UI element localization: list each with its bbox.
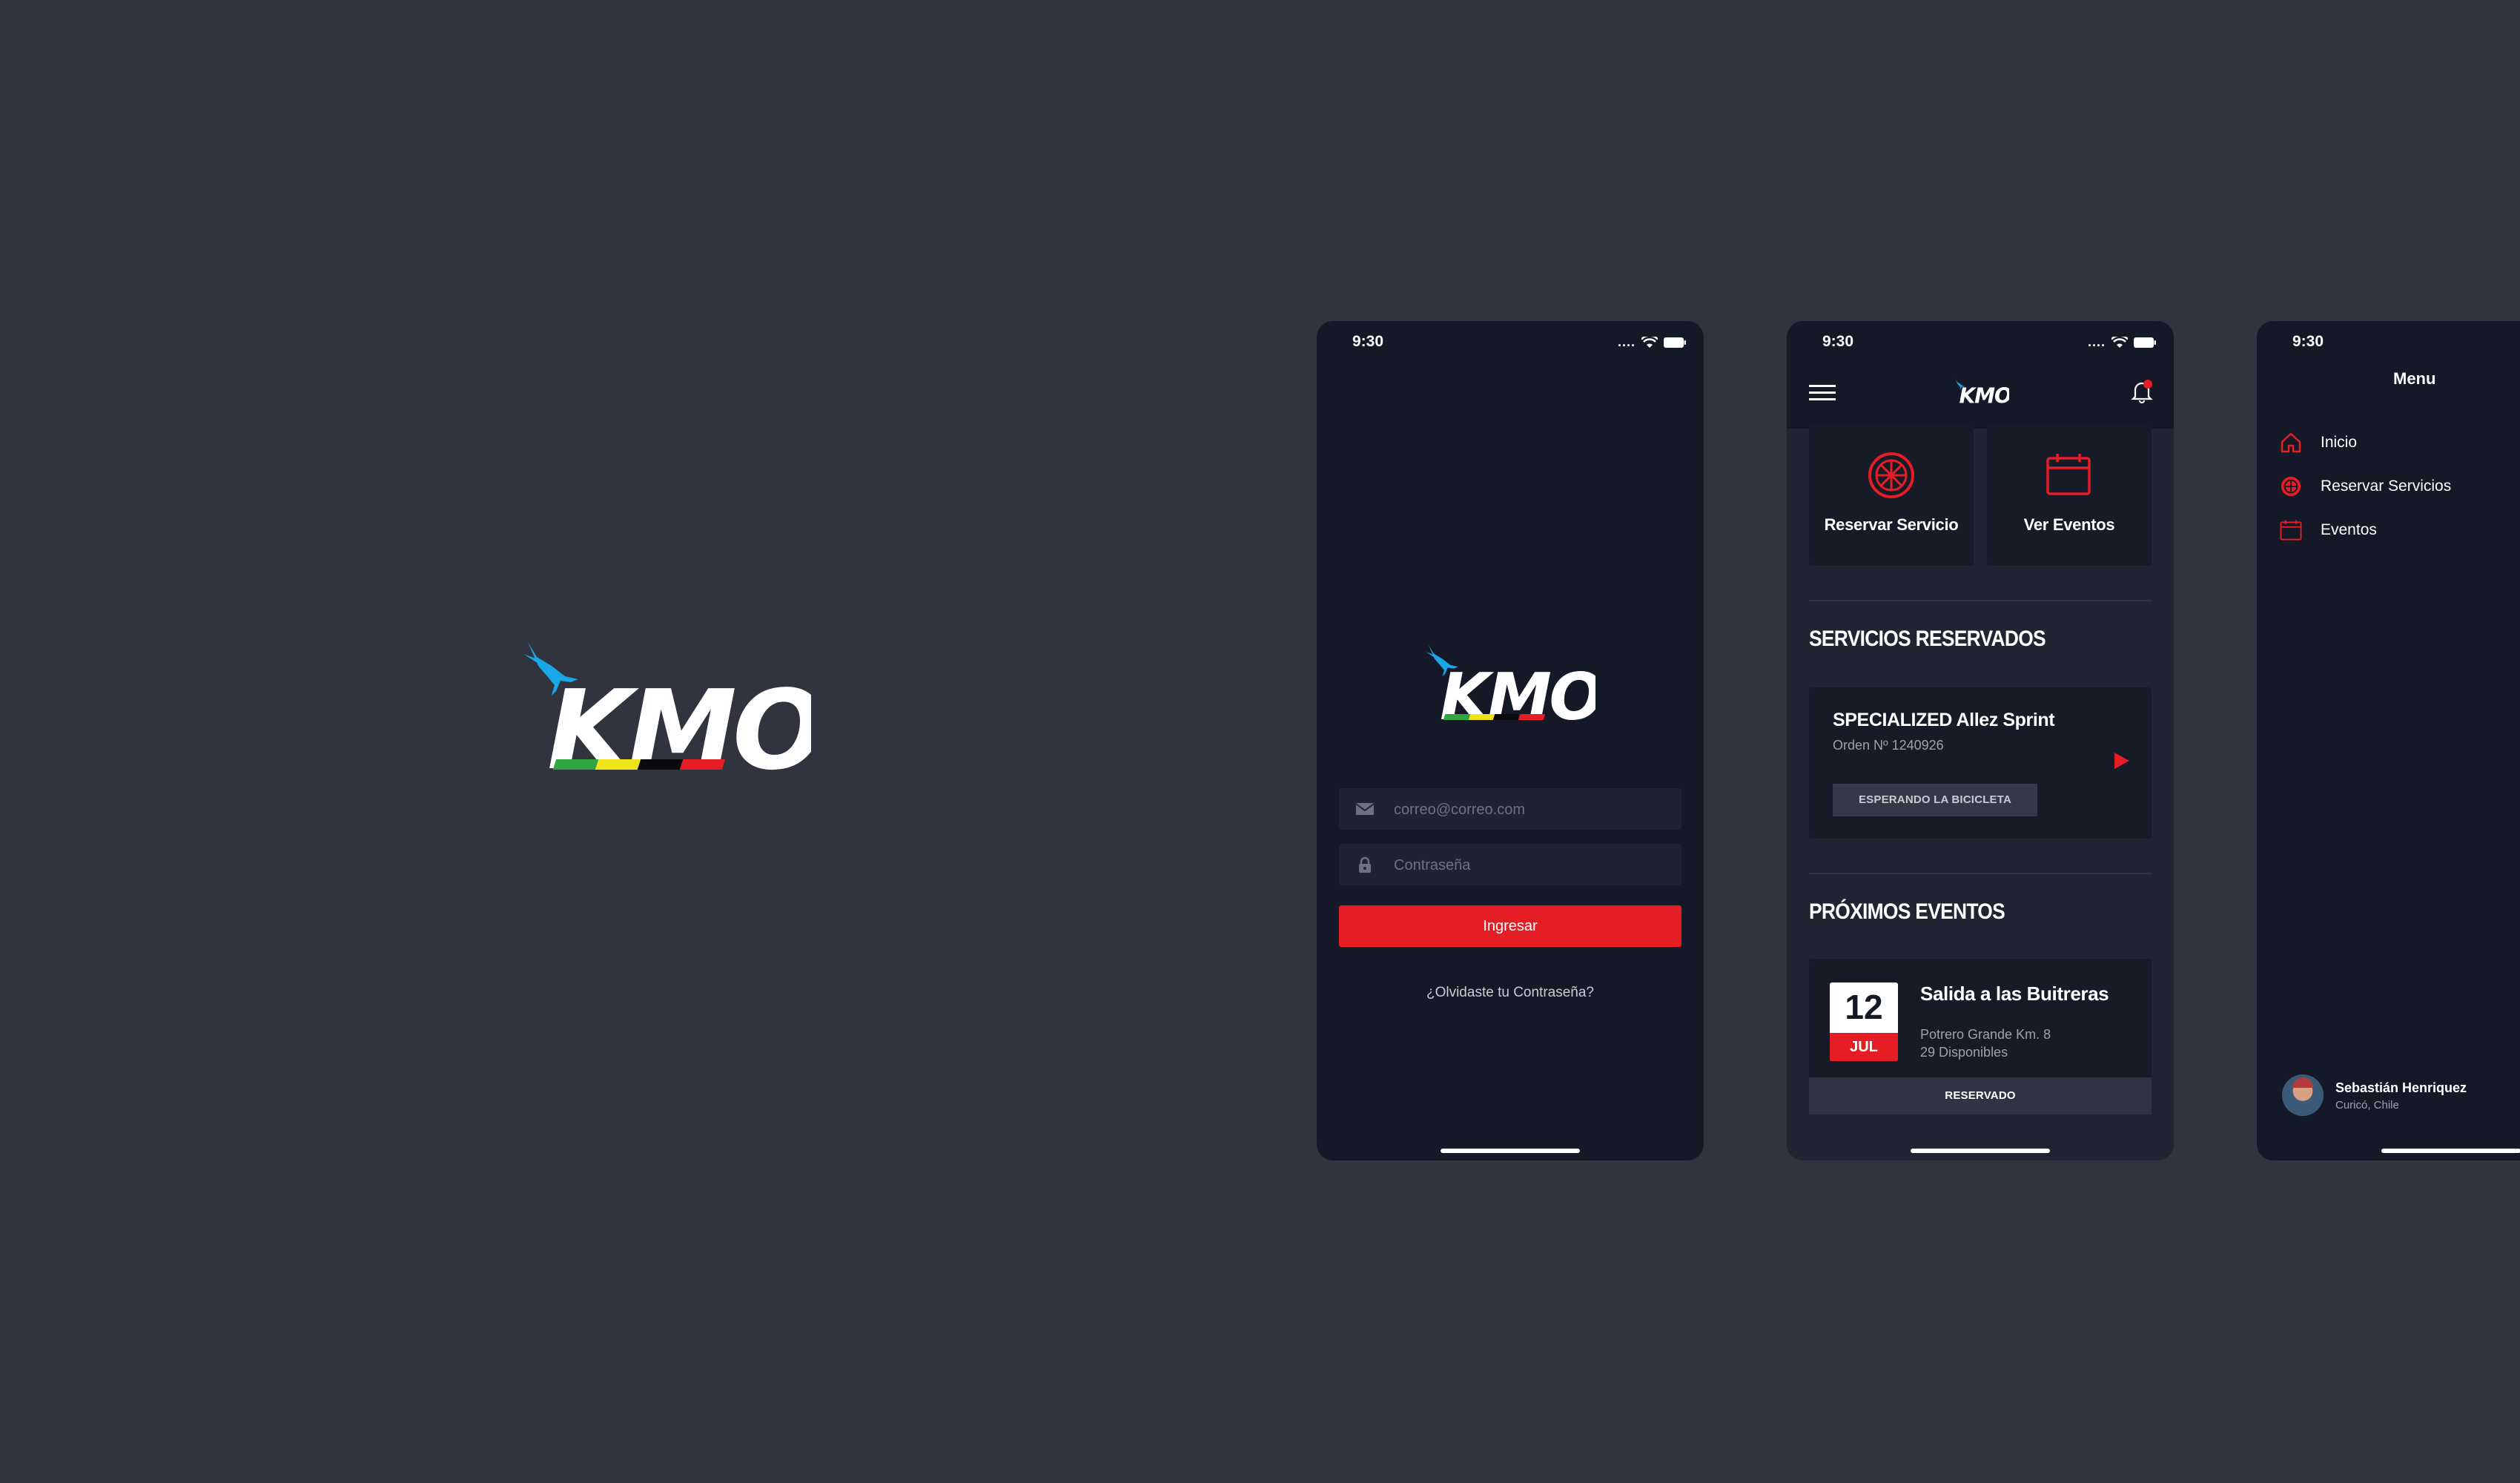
status-bar: 9:30 .... (1787, 321, 2174, 366)
event-reserved-button[interactable]: RESERVADO (1809, 1077, 2152, 1114)
view-events-card[interactable]: Ver Eventos (1987, 423, 2152, 566)
calendar-icon (2280, 520, 2302, 541)
lock-icon (1359, 856, 1371, 873)
status-bar: 9:30 .... (1317, 321, 1704, 366)
home-icon (2281, 432, 2301, 453)
user-profile[interactable]: Sebastián Henriquez Curicó, Chile (2282, 1074, 2520, 1119)
status-time: 9:30 (1352, 333, 1384, 350)
logo-stripes (552, 759, 726, 770)
wifi-icon (1641, 336, 1658, 348)
event-location: Potrero Grande Km. 8 (1920, 1027, 2051, 1042)
play-arrow-icon[interactable] (2114, 753, 2129, 769)
status-bar: 9:30 (2257, 321, 2520, 366)
calendar-icon (2046, 454, 2091, 495)
event-date-badge: 12 JUL (1830, 982, 1898, 1061)
kmo-logo-large: KMO (522, 636, 811, 777)
user-name: Sebastián Henriquez (2335, 1080, 2467, 1095)
menu-screen: 9:30 Menu Inicio Reservar Servicios Even… (2257, 321, 2520, 1160)
reserve-service-card[interactable]: Reservar Servicio (1809, 423, 1974, 566)
user-location: Curicó, Chile (2335, 1099, 2399, 1112)
battery-icon (2134, 337, 2156, 348)
reserved-services-title: SERVICIOS RESERVADOS (1809, 627, 2046, 651)
upcoming-events-title: PRÓXIMOS EVENTOS (1809, 899, 2005, 924)
kmo-logo-mark: KMO (1426, 644, 1595, 724)
service-status-badge: ESPERANDO LA BICICLETA (1833, 784, 2037, 816)
wheel-icon (2281, 476, 2301, 497)
divider (1809, 600, 2152, 601)
login-button[interactable]: Ingresar (1339, 905, 1681, 947)
email-input[interactable] (1392, 788, 1677, 831)
kmo-logo-small: KMO (1954, 378, 2009, 405)
service-name: SPECIALIZED Allez Sprint (1833, 710, 2055, 730)
kmo-logo-mark: KMO (1955, 379, 2009, 405)
reserve-service-label: Reservar Servicio (1824, 515, 1959, 534)
logo-stripes (1443, 714, 1545, 720)
menu-item-reservar-servicios[interactable]: Reservar Servicios (2279, 472, 2451, 501)
event-title: Salida a las Buitreras (1920, 982, 2109, 1005)
status-time: 9:30 (1822, 333, 1854, 350)
menu-item-label: Eventos (2321, 521, 2377, 538)
notification-bell-icon[interactable] (2131, 379, 2153, 404)
signal-icon: .... (1617, 334, 1636, 349)
battery-icon (1664, 337, 1686, 348)
status-time: 9:30 (2292, 333, 2324, 350)
hamburger-menu-icon[interactable] (1809, 383, 1836, 403)
event-availability: 29 Disponibles (1920, 1045, 2008, 1060)
menu-item-inicio[interactable]: Inicio (2279, 428, 2357, 458)
event-day: 12 (1845, 988, 1883, 1026)
menu-item-label: Inicio (2321, 434, 2358, 451)
view-events-label: Ver Eventos (2023, 515, 2115, 534)
service-order: Orden Nº 1240926 (1833, 738, 1944, 753)
mail-icon (1355, 803, 1375, 815)
home-indicator (1911, 1149, 2050, 1153)
forgot-password-link[interactable]: ¿Olvidaste tu Contraseña? (1317, 985, 1704, 1001)
email-field (1339, 788, 1681, 831)
top-app-bar: KMO (1787, 366, 2174, 429)
reserved-service-card[interactable]: SPECIALIZED Allez Sprint Orden Nº 124092… (1809, 687, 2152, 839)
event-month: JUL (1830, 1033, 1898, 1061)
svg-text:KMO: KMO (1959, 384, 2009, 405)
login-screen: 9:30 .... KMO Ingresar ¿Olvi (1317, 321, 1704, 1160)
avatar (2282, 1074, 2324, 1116)
menu-title: Menu (2393, 369, 2436, 388)
menu-item-label: Reservar Servicios (2321, 478, 2452, 495)
home-indicator (2381, 1149, 2520, 1153)
signal-icon: .... (2087, 334, 2106, 349)
wheel-icon (1868, 452, 1914, 498)
divider (1809, 873, 2152, 874)
dashboard-screen: 9:30 .... KMO Reservar Servicio Ver Even… (1787, 321, 2174, 1160)
menu-item-eventos[interactable]: Eventos (2279, 515, 2377, 545)
event-card[interactable]: 12 JUL Salida a las Buitreras Potrero Gr… (1809, 959, 2152, 1114)
kmo-logo: KMO (1425, 641, 1595, 724)
password-field (1339, 844, 1681, 887)
kmo-logo-mark: KMO (523, 642, 811, 777)
home-indicator (1441, 1149, 1580, 1153)
wifi-icon (2111, 336, 2128, 348)
password-input[interactable] (1392, 844, 1677, 887)
